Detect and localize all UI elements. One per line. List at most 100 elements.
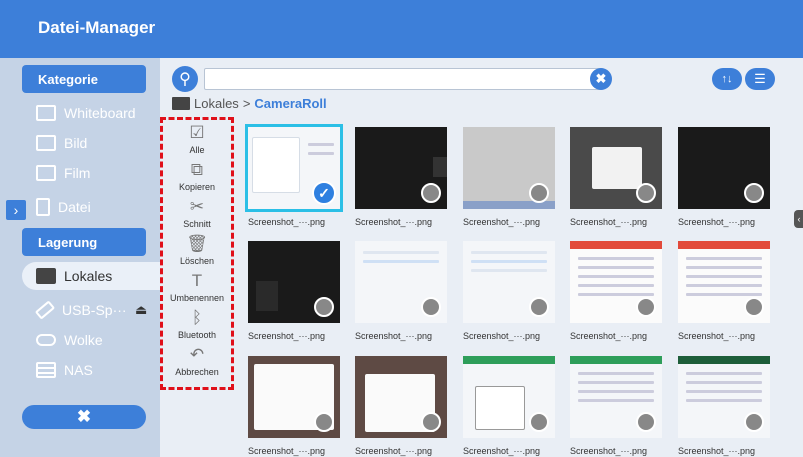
- action-label: Abbrechen: [175, 367, 219, 377]
- sidebar-item-nas[interactable]: NAS: [36, 358, 93, 382]
- sidebar-item-label: Bild: [64, 135, 88, 151]
- category-heading: Kategorie: [22, 65, 146, 93]
- file-thumbnail[interactable]: [570, 241, 662, 323]
- sidebar-item-whiteboard[interactable]: Whiteboard: [36, 101, 136, 125]
- bluetooth-button[interactable]: ᛒ Bluetooth: [163, 308, 231, 341]
- rename-icon: T: [191, 271, 203, 290]
- search-input[interactable]: [204, 68, 604, 90]
- select-radio[interactable]: [636, 183, 656, 203]
- sidebar-item-lokales[interactable]: Lokales: [22, 262, 160, 290]
- close-button[interactable]: ✖: [22, 405, 146, 429]
- file-item[interactable]: Screenshot_···.png: [678, 241, 770, 341]
- sidebar-item-bild[interactable]: Bild: [36, 131, 87, 155]
- file-thumbnail[interactable]: ✓: [245, 124, 343, 212]
- select-all-icon: ☑: [189, 123, 205, 142]
- file-thumbnail[interactable]: [678, 241, 770, 323]
- action-label: Umbenennen: [169, 293, 225, 303]
- file-name: Screenshot_···.png: [570, 217, 648, 227]
- sidebar-item-label: Lokales: [64, 268, 113, 284]
- file-name: Screenshot_···.png: [355, 331, 433, 341]
- select-radio[interactable]: [744, 412, 764, 432]
- action-label: Löschen: [179, 256, 215, 266]
- select-radio[interactable]: [636, 412, 656, 432]
- expand-sidebar-button[interactable]: ›: [6, 200, 26, 220]
- file-item[interactable]: Screenshot_···.png: [463, 241, 555, 341]
- file-item[interactable]: Screenshot_···.png: [463, 356, 555, 456]
- file-thumbnail[interactable]: [463, 241, 555, 323]
- action-label: Bluetooth: [177, 330, 217, 340]
- select-radio[interactable]: [529, 412, 549, 432]
- sidebar-item-label: Film: [64, 165, 91, 181]
- file-item[interactable]: Screenshot_···.png: [570, 241, 662, 341]
- file-thumbnail[interactable]: [570, 127, 662, 209]
- file-grid: ✓ Screenshot_···.png Screenshot_···.png …: [245, 124, 788, 457]
- file-name: Screenshot_···.png: [570, 331, 648, 341]
- rename-button[interactable]: T Umbenennen: [163, 271, 231, 304]
- select-radio[interactable]: [421, 297, 441, 317]
- file-thumbnail[interactable]: [355, 127, 447, 209]
- file-thumbnail[interactable]: [463, 356, 555, 438]
- cut-button[interactable]: ✂ Schnitt: [163, 198, 231, 230]
- select-radio[interactable]: [421, 412, 441, 432]
- view-toggle-button[interactable]: ☰: [745, 68, 775, 90]
- eject-icon[interactable]: ⏏: [135, 302, 147, 318]
- search-icon[interactable]: ⚲: [172, 66, 198, 92]
- select-radio[interactable]: [744, 183, 764, 203]
- sidebar-item-usb[interactable]: USB-Sp···: [34, 298, 127, 322]
- file-thumbnail[interactable]: [570, 356, 662, 438]
- checkmark-icon[interactable]: ✓: [312, 181, 336, 205]
- file-thumbnail[interactable]: [248, 241, 340, 323]
- sidebar-item-datei[interactable]: Datei: [36, 195, 91, 219]
- file-thumbnail[interactable]: [355, 241, 447, 323]
- action-label: Schnitt: [183, 219, 211, 229]
- file-item[interactable]: Screenshot_···.png: [355, 241, 447, 341]
- select-radio[interactable]: [314, 297, 334, 317]
- file-thumbnail[interactable]: [463, 127, 555, 209]
- file-thumbnail[interactable]: [678, 356, 770, 438]
- breadcrumb-root[interactable]: Lokales: [194, 96, 239, 111]
- file-name: Screenshot_···.png: [463, 331, 541, 341]
- select-radio[interactable]: [529, 297, 549, 317]
- file-thumbnail[interactable]: [248, 356, 340, 438]
- sidebar-item-label: Wolke: [64, 332, 103, 348]
- sidebar-item-label: Whiteboard: [64, 105, 136, 121]
- copy-button[interactable]: ⧉ Kopieren: [163, 161, 231, 193]
- file-item[interactable]: Screenshot_···.png: [248, 356, 340, 456]
- select-radio[interactable]: [744, 297, 764, 317]
- sidebar-item-label: USB-Sp···: [62, 302, 127, 318]
- file-name: Screenshot_···.png: [678, 331, 756, 341]
- sort-button[interactable]: ↑↓: [712, 68, 742, 90]
- file-item[interactable]: Screenshot_···.png: [678, 127, 770, 227]
- file-item[interactable]: Screenshot_···.png: [570, 127, 662, 227]
- cancel-button[interactable]: ↶ Abbrechen: [163, 346, 231, 378]
- file-item[interactable]: Screenshot_···.png: [355, 356, 447, 456]
- app-title: Datei-Manager: [38, 18, 156, 37]
- trash-icon: 🗑: [186, 234, 208, 253]
- select-radio[interactable]: [314, 412, 334, 432]
- select-all-button[interactable]: ☑ Alle: [163, 123, 231, 156]
- select-radio[interactable]: [636, 297, 656, 317]
- file-item[interactable]: Screenshot_···.png: [248, 241, 340, 341]
- toolbar: ⚲: [172, 66, 612, 92]
- file-item[interactable]: Screenshot_···.png: [463, 127, 555, 227]
- file-name: Screenshot_···.png: [463, 446, 541, 456]
- usb-icon: [34, 300, 56, 320]
- file-item[interactable]: ✓ Screenshot_···.png: [245, 124, 343, 227]
- select-radio[interactable]: [421, 183, 441, 203]
- file-name: Screenshot_···.png: [248, 446, 326, 456]
- right-panel-handle[interactable]: ‹: [794, 210, 803, 228]
- clear-search-button[interactable]: ✖: [590, 68, 612, 90]
- file-item[interactable]: Screenshot_···.png: [355, 127, 447, 227]
- select-radio[interactable]: [529, 183, 549, 203]
- whiteboard-icon: [36, 105, 56, 121]
- file-item[interactable]: Screenshot_···.png: [678, 356, 770, 456]
- file-item[interactable]: Screenshot_···.png: [570, 356, 662, 456]
- file-thumbnail[interactable]: [355, 356, 447, 438]
- bluetooth-icon: ᛒ: [191, 308, 203, 327]
- file-name: Screenshot_···.png: [248, 217, 326, 227]
- sidebar-item-wolke[interactable]: Wolke: [36, 328, 103, 352]
- file-thumbnail[interactable]: [678, 127, 770, 209]
- sidebar-item-film[interactable]: Film: [36, 161, 90, 185]
- delete-button[interactable]: 🗑 Löschen: [163, 234, 231, 267]
- file-name: Screenshot_···.png: [678, 217, 756, 227]
